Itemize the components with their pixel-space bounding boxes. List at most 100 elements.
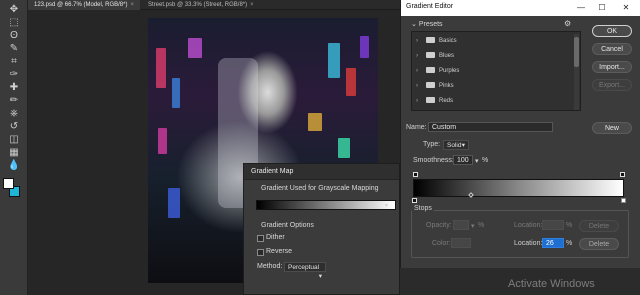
chevron-down-icon[interactable]: ▾: [385, 202, 388, 209]
opacity-stop-left[interactable]: [413, 172, 418, 177]
gradient-icon[interactable]: ▦: [6, 147, 22, 159]
move-icon[interactable]: ✥: [6, 4, 22, 16]
gradient-preview[interactable]: [256, 200, 396, 210]
history-brush-icon[interactable]: ↺: [6, 121, 22, 133]
preset-folder-label: Reds: [439, 98, 454, 104]
eyedropper-icon[interactable]: ✑: [6, 69, 22, 81]
opacity-stop-right[interactable]: [620, 172, 625, 177]
percent-sign: %: [478, 222, 485, 229]
gradient-bar[interactable]: [413, 179, 624, 197]
color-location-input[interactable]: 26: [542, 238, 564, 248]
opacity-input[interactable]: [453, 220, 469, 230]
marquee-icon[interactable]: ⬚: [6, 17, 22, 29]
crop-icon[interactable]: ⌗: [6, 56, 22, 68]
chevron-right-icon: ›: [416, 98, 418, 104]
gradient-map-dialog: Gradient Map Gradient Used for Grayscale…: [243, 163, 400, 295]
ok-button[interactable]: OK: [592, 25, 632, 37]
export-button[interactable]: Export...: [592, 79, 632, 91]
folder-icon: [426, 36, 435, 43]
stops-group: [411, 210, 629, 258]
percent-sign: %: [566, 222, 573, 229]
percent-sign: %: [566, 240, 573, 247]
gradient-editor-dialog: Gradient Editor — ☐ ✕ ⌄ Presets ⚙ › Basic…: [400, 0, 640, 268]
dialog-title: Gradient Editor: [406, 3, 454, 10]
preset-folder[interactable]: › Blues: [416, 50, 454, 62]
preset-folder-label: Blues: [439, 53, 455, 59]
tools-panel: ✥ ⬚ ʘ ✎ ⌗ ✑ ✚ ✏ ⎈ ↺ ◫ ▦ 💧: [0, 0, 28, 295]
type-label: Type:: [423, 141, 441, 148]
presets-text: Presets: [418, 21, 443, 28]
method-select[interactable]: Perceptual ▾: [284, 262, 326, 280]
percent-sign: %: [482, 157, 489, 164]
folder-icon: [426, 66, 435, 73]
stops-label: Stops: [412, 205, 434, 212]
color-stop-left[interactable]: [412, 198, 417, 203]
new-button[interactable]: New: [592, 122, 632, 134]
stop-color-swatch[interactable]: [451, 238, 471, 248]
folder-icon: [426, 81, 435, 88]
eraser-icon[interactable]: ◫: [6, 134, 22, 146]
import-button[interactable]: Import...: [592, 61, 632, 73]
stamp-icon[interactable]: ⎈: [6, 108, 22, 120]
tab-123-psd[interactable]: 123.psd @ 66.7% (Model, RGB/8*) ×: [28, 0, 140, 10]
blur-icon[interactable]: 💧: [6, 160, 22, 172]
folder-icon: [426, 96, 435, 103]
opacity-dropdown-icon[interactable]: ▾: [471, 222, 475, 230]
opacity-label: Opacity:: [426, 222, 452, 229]
smoothness-dropdown-icon[interactable]: ▾: [475, 157, 479, 165]
grayscale-mapping-label: Gradient Used for Grayscale Mapping: [261, 185, 379, 192]
chevron-right-icon: ›: [416, 83, 418, 89]
preset-folder[interactable]: › Pinks: [416, 80, 454, 92]
presets-list[interactable]: › Basics › Blues › Purples › Pinks › Reds: [411, 31, 581, 111]
chevron-down-icon: ▾: [318, 273, 322, 280]
gear-icon[interactable]: ⚙: [564, 19, 571, 28]
preset-folder[interactable]: › Purples: [416, 65, 459, 77]
close-icon[interactable]: ✕: [620, 2, 632, 14]
chevron-down-icon: ▾: [461, 142, 465, 149]
chevron-right-icon: ›: [416, 38, 418, 44]
tab-label: Street.psb @ 33.3% (Street, RGB/8*): [148, 2, 248, 8]
chevron-right-icon: ›: [416, 53, 418, 59]
presets-scrollbar[interactable]: [574, 34, 579, 110]
foreground-color-swatch[interactable]: [3, 178, 14, 189]
gradient-options-label: Gradient Options: [261, 222, 314, 229]
location-label-color: Location:: [514, 240, 543, 247]
type-value: Solid: [447, 142, 462, 149]
document-tab-bar: 123.psd @ 66.7% (Model, RGB/8*) × Street.…: [28, 0, 403, 10]
chevron-right-icon: ›: [416, 68, 418, 74]
brush-icon[interactable]: ✏: [6, 95, 22, 107]
healing-icon[interactable]: ✚: [6, 82, 22, 94]
method-label: Method:: [257, 263, 283, 270]
dialog-title: Gradient Map: [244, 164, 399, 180]
title-bar: Gradient Editor — ☐ ✕: [401, 0, 640, 16]
preset-folder-label: Basics: [439, 38, 457, 44]
delete-color-stop-button[interactable]: Delete: [579, 238, 619, 250]
opacity-location-input[interactable]: [542, 220, 564, 230]
preset-folder-label: Pinks: [439, 83, 454, 89]
scrollbar-thumb[interactable]: [574, 37, 579, 67]
preset-folder[interactable]: › Basics: [416, 35, 457, 47]
dither-checkbox[interactable]: [257, 235, 264, 242]
smoothness-input[interactable]: 100: [453, 155, 473, 165]
close-icon[interactable]: ×: [250, 2, 254, 8]
smoothness-label: Smoothness:: [413, 157, 454, 164]
tab-street-psb[interactable]: Street.psb @ 33.3% (Street, RGB/8*) ×: [142, 0, 260, 10]
minimize-icon[interactable]: —: [575, 2, 587, 14]
location-label-opacity: Location:: [514, 222, 543, 229]
reverse-checkbox[interactable]: [257, 249, 264, 256]
delete-opacity-stop-button[interactable]: Delete: [579, 220, 619, 232]
quick-select-icon[interactable]: ✎: [6, 43, 22, 55]
gradient-type-select[interactable]: Solid ▾: [443, 140, 469, 150]
preset-folder[interactable]: › Reds: [416, 95, 453, 107]
activate-windows-watermark: Activate Windows: [508, 278, 595, 290]
lasso-icon[interactable]: ʘ: [6, 30, 22, 42]
cancel-button[interactable]: Cancel: [592, 43, 632, 55]
color-stop-right[interactable]: [621, 198, 626, 203]
method-value: Perceptual: [288, 264, 320, 271]
gradient-name-input[interactable]: Custom: [428, 122, 553, 132]
dither-label: Dither: [266, 234, 285, 241]
chevron-down-icon[interactable]: ⌄: [411, 21, 419, 28]
maximize-icon[interactable]: ☐: [596, 2, 608, 14]
color-label: Color:: [432, 240, 451, 247]
close-icon[interactable]: ×: [130, 2, 134, 8]
